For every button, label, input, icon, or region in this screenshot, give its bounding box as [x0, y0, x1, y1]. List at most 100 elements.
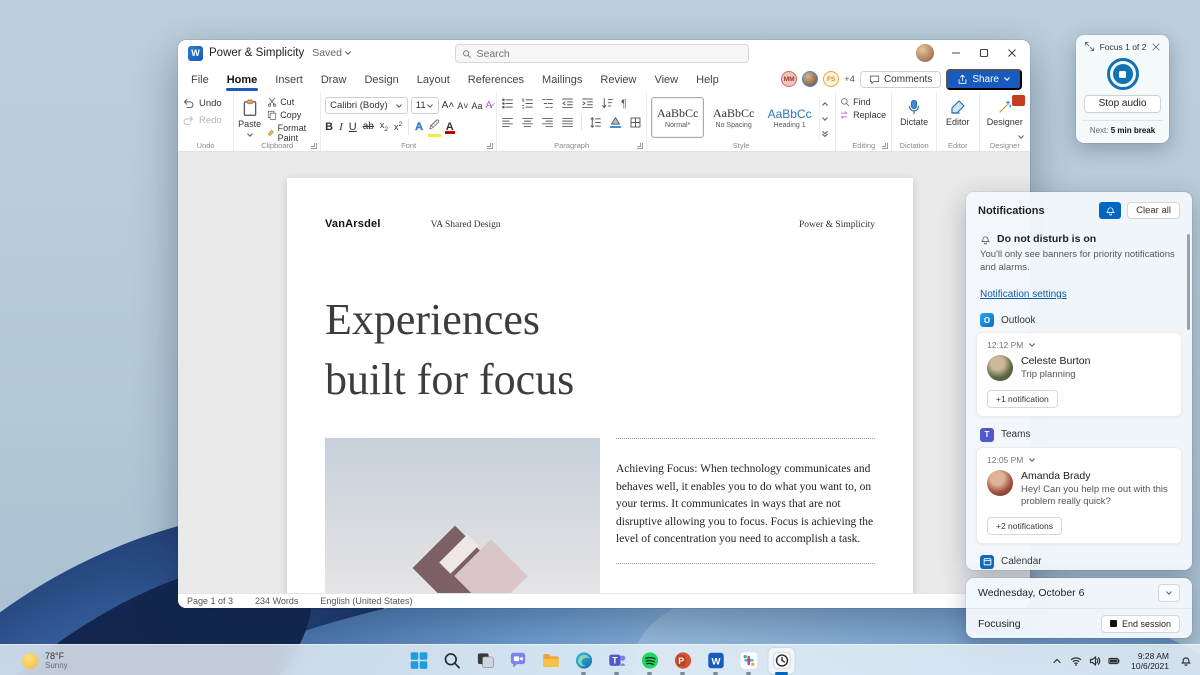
font-color-button[interactable]: A	[444, 121, 455, 134]
more-notifications-button[interactable]: +2 notifications	[987, 516, 1062, 535]
maximize-button[interactable]	[970, 41, 998, 65]
font-size-combo[interactable]: 11	[410, 97, 439, 114]
stop-focus-button[interactable]	[1106, 58, 1139, 90]
borders-icon[interactable]	[629, 116, 642, 129]
close-button[interactable]	[998, 41, 1026, 65]
multilevel-list-icon[interactable]	[541, 97, 554, 110]
word-count[interactable]: 234 Words	[255, 596, 298, 606]
style-heading1[interactable]: AaBbCc Heading 1	[763, 97, 816, 138]
text-effects-button[interactable]: A	[415, 120, 423, 132]
style-scroll-down-icon[interactable]	[821, 115, 829, 123]
word-button[interactable]: W	[703, 648, 729, 674]
clear-formatting-button[interactable]: A̷	[485, 100, 492, 111]
group-header-outlook[interactable]: O Outlook	[966, 302, 1192, 332]
shading-icon[interactable]	[609, 116, 622, 129]
sort-icon[interactable]	[601, 97, 614, 110]
align-right-icon[interactable]	[541, 116, 554, 129]
redo-button[interactable]: Redo	[182, 114, 229, 127]
strikethrough-button[interactable]: ab	[363, 121, 374, 132]
user-avatar[interactable]	[916, 44, 934, 62]
font-dialog-launcher[interactable]	[487, 143, 494, 149]
chat-button[interactable]	[505, 648, 531, 674]
paste-button[interactable]: Paste	[238, 97, 261, 139]
clock-date-area[interactable]: 9:28 AM 10/6/2021	[1127, 649, 1173, 673]
task-view-button[interactable]	[472, 648, 498, 674]
minimize-button[interactable]	[942, 41, 970, 65]
show-hidden-icons-chevron[interactable]	[1051, 655, 1063, 667]
tab-view[interactable]: View	[645, 68, 687, 92]
page-indicator[interactable]: Page 1 of 3	[187, 596, 233, 606]
teams-button[interactable]: T	[604, 648, 630, 674]
copy-button[interactable]: Copy	[267, 110, 316, 120]
tab-design[interactable]: Design	[355, 68, 407, 92]
increase-indent-icon[interactable]	[581, 97, 594, 110]
collab-avatar[interactable]: MM	[781, 71, 798, 87]
dictate-button[interactable]: Dictate	[896, 97, 932, 127]
numbered-list-icon[interactable]	[521, 97, 534, 110]
collab-avatar[interactable]: FS	[823, 71, 840, 87]
search-input[interactable]	[476, 47, 742, 60]
collab-avatar[interactable]	[802, 71, 819, 87]
notification-card-outlook[interactable]: 12:12 PM Celeste Burton Trip planning +1…	[976, 332, 1182, 417]
comments-button[interactable]: Comments	[859, 70, 942, 88]
save-status[interactable]: Saved	[312, 47, 352, 59]
notification-bell-icon[interactable]	[1180, 655, 1192, 667]
chevron-down-icon[interactable]	[1028, 341, 1036, 349]
tab-file[interactable]: File	[182, 68, 218, 92]
collapse-calendar-button[interactable]	[1158, 584, 1180, 602]
collab-more-count[interactable]: +4	[844, 74, 855, 85]
search-box[interactable]	[455, 44, 749, 63]
tab-insert[interactable]: Insert	[266, 68, 312, 92]
grow-font-button[interactable]: A˄	[442, 100, 455, 111]
tab-layout[interactable]: Layout	[408, 68, 459, 92]
taskbar-search-button[interactable]	[439, 648, 465, 674]
replace-button[interactable]: Replace	[840, 110, 887, 120]
battery-icon[interactable]	[1108, 655, 1120, 667]
find-button[interactable]: Find	[840, 97, 887, 107]
more-notifications-button[interactable]: +1 notification	[987, 389, 1058, 408]
group-header-teams[interactable]: T Teams	[966, 417, 1192, 447]
end-session-button[interactable]: End session	[1100, 614, 1180, 633]
scrollbar[interactable]	[1187, 234, 1190, 330]
underline-button[interactable]: U	[349, 121, 357, 133]
highlight-color-button[interactable]: 🖉	[428, 118, 441, 137]
align-left-icon[interactable]	[501, 116, 514, 129]
shrink-font-button[interactable]: A˅	[457, 101, 468, 111]
decrease-indent-icon[interactable]	[561, 97, 574, 110]
tab-help[interactable]: Help	[687, 68, 728, 92]
clipboard-dialog-launcher[interactable]	[311, 143, 318, 149]
line-spacing-icon[interactable]	[589, 116, 602, 129]
tab-review[interactable]: Review	[591, 68, 645, 92]
close-icon[interactable]	[1151, 42, 1161, 52]
font-name-combo[interactable]: Calibri (Body)	[325, 97, 408, 114]
superscript-button[interactable]: x2	[394, 121, 402, 132]
undo-button[interactable]: Undo	[182, 97, 229, 110]
document-page[interactable]: VanArsdel VA Shared Design Power & Simpl…	[287, 178, 913, 593]
bullet-list-icon[interactable]	[501, 97, 514, 110]
cut-button[interactable]: Cut	[267, 97, 316, 107]
notification-settings-link[interactable]: Notification settings	[980, 289, 1067, 300]
style-normal[interactable]: AaBbCc Normal*	[651, 97, 705, 138]
paragraph-dialog-launcher[interactable]	[637, 143, 644, 149]
spotify-button[interactable]	[637, 648, 663, 674]
edge-button[interactable]	[571, 648, 597, 674]
volume-icon[interactable]	[1089, 655, 1101, 667]
editing-dialog-launcher[interactable]	[882, 143, 889, 149]
weather-widget[interactable]: 78°F Sunny	[14, 645, 76, 675]
stop-audio-button[interactable]: Stop audio	[1084, 95, 1161, 113]
slack-button[interactable]	[736, 648, 762, 674]
clock-app-button[interactable]	[768, 647, 795, 674]
style-gallery-more-icon[interactable]	[821, 130, 829, 138]
subscript-button[interactable]: x2	[380, 120, 388, 133]
expand-icon[interactable]	[1084, 41, 1095, 52]
powerpoint-button[interactable]: P	[670, 648, 696, 674]
notification-card-teams[interactable]: 12:05 PM Amanda Brady Hey! Can you help …	[976, 446, 1182, 544]
chevron-down-icon[interactable]	[1028, 456, 1036, 464]
file-explorer-button[interactable]	[538, 648, 564, 674]
start-button[interactable]	[406, 648, 432, 674]
language-indicator[interactable]: English (United States)	[320, 596, 412, 606]
do-not-disturb-toggle[interactable]	[1099, 202, 1122, 219]
wifi-icon[interactable]	[1070, 655, 1082, 667]
align-center-icon[interactable]	[521, 116, 534, 129]
clear-all-button[interactable]: Clear all	[1127, 202, 1180, 219]
